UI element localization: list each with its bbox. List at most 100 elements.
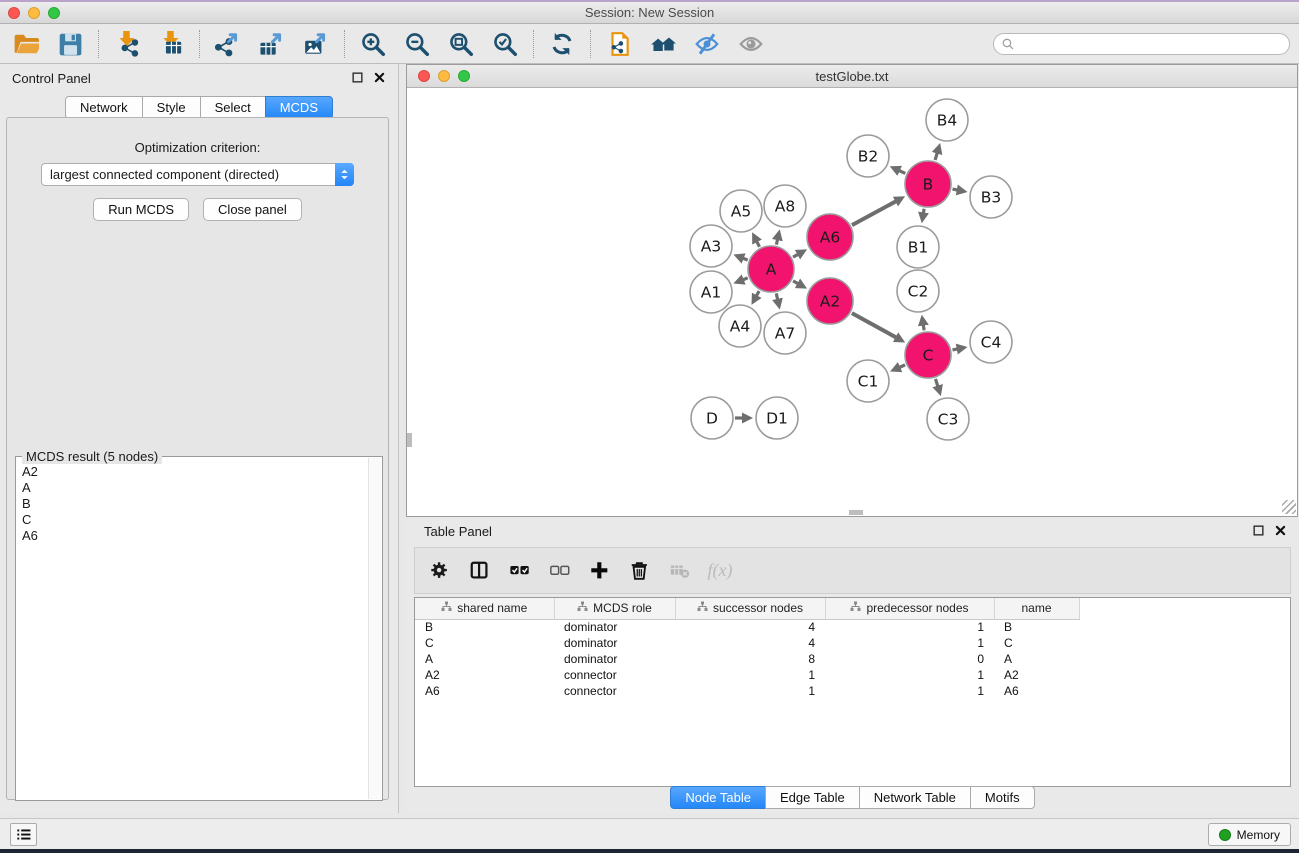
export-network-icon[interactable] bbox=[210, 28, 246, 60]
table-cell[interactable]: A bbox=[994, 651, 1079, 667]
table-cell[interactable]: connector bbox=[554, 667, 675, 683]
table-row[interactable]: Cdominator41C bbox=[415, 635, 1290, 651]
graph-edge[interactable] bbox=[756, 240, 759, 247]
table-cell[interactable]: 4 bbox=[675, 619, 825, 635]
column-header-successor-nodes[interactable]: successor nodes bbox=[675, 598, 825, 619]
table-cell[interactable]: dominator bbox=[554, 619, 675, 635]
table-row[interactable]: A6connector11A6 bbox=[415, 683, 1290, 699]
table-cell[interactable]: A2 bbox=[994, 667, 1079, 683]
zoom-in-icon[interactable] bbox=[355, 28, 391, 60]
graph-edge[interactable] bbox=[756, 291, 759, 297]
result-scrollbar[interactable] bbox=[368, 458, 381, 799]
graph-edge[interactable] bbox=[793, 281, 799, 284]
result-list-item[interactable]: A bbox=[22, 480, 362, 496]
new-network-from-selection-icon[interactable] bbox=[601, 28, 637, 60]
table-cell[interactable]: B bbox=[415, 619, 554, 635]
table-cell[interactable]: A6 bbox=[415, 683, 554, 699]
delete-table-icon[interactable] bbox=[665, 556, 695, 586]
zoom-selected-region-icon[interactable] bbox=[487, 28, 523, 60]
graph-edge[interactable] bbox=[935, 152, 938, 160]
tab-style[interactable]: Style bbox=[142, 96, 201, 119]
float-table-panel-icon[interactable] bbox=[1252, 524, 1265, 537]
import-network-from-file-icon[interactable] bbox=[109, 28, 145, 60]
tab-mcds[interactable]: MCDS bbox=[265, 96, 333, 119]
table-cell[interactable]: 1 bbox=[825, 683, 994, 699]
table-row[interactable]: A2connector11A2 bbox=[415, 667, 1290, 683]
first-neighbors-icon[interactable] bbox=[645, 28, 681, 60]
function-builder-icon[interactable]: f(x) bbox=[705, 556, 735, 586]
tab-node-table[interactable]: Node Table bbox=[670, 786, 766, 809]
search-field[interactable] bbox=[993, 33, 1290, 55]
zoom-out-icon[interactable] bbox=[399, 28, 435, 60]
graph-edge[interactable] bbox=[742, 258, 748, 260]
graph-edge[interactable] bbox=[936, 379, 939, 388]
graph-edge[interactable] bbox=[898, 365, 905, 368]
deselect-all-icon[interactable] bbox=[545, 556, 575, 586]
resize-grip[interactable] bbox=[1282, 500, 1296, 514]
table-cell[interactable]: 1 bbox=[675, 683, 825, 699]
table-cell[interactable]: 1 bbox=[825, 619, 994, 635]
vertical-scrollbar-thumb[interactable] bbox=[407, 433, 412, 447]
tab-network[interactable]: Network bbox=[65, 96, 143, 119]
float-panel-icon[interactable] bbox=[351, 71, 364, 84]
table-cell[interactable]: A6 bbox=[994, 683, 1079, 699]
tab-network-table[interactable]: Network Table bbox=[859, 786, 971, 809]
close-panel-button[interactable]: Close panel bbox=[203, 198, 302, 221]
select-all-icon[interactable] bbox=[505, 556, 535, 586]
table-cell[interactable]: A bbox=[415, 651, 554, 667]
graph-edge[interactable] bbox=[776, 238, 777, 244]
open-session-icon[interactable] bbox=[8, 28, 44, 60]
table-cell[interactable]: 8 bbox=[675, 651, 825, 667]
search-input[interactable] bbox=[1019, 37, 1289, 51]
graph-edge[interactable] bbox=[793, 254, 799, 257]
graph-edge[interactable] bbox=[923, 324, 924, 331]
toggle-graphics-details-icon[interactable] bbox=[733, 28, 769, 60]
show-panels-button[interactable] bbox=[10, 823, 37, 846]
zoom-fit-content-icon[interactable] bbox=[443, 28, 479, 60]
close-table-panel-icon[interactable] bbox=[1274, 524, 1287, 537]
dropdown-stepper-icon[interactable] bbox=[335, 163, 354, 186]
graph-edge[interactable] bbox=[852, 201, 897, 226]
table-mode-icon[interactable] bbox=[425, 556, 455, 586]
graph-edge[interactable] bbox=[898, 170, 905, 173]
close-panel-icon[interactable] bbox=[373, 71, 386, 84]
table-cell[interactable]: dominator bbox=[554, 651, 675, 667]
show-hide-graphics-details-icon[interactable] bbox=[689, 28, 725, 60]
column-header-name[interactable]: name bbox=[994, 598, 1079, 619]
table-row[interactable]: Adominator80A bbox=[415, 651, 1290, 667]
export-image-icon[interactable] bbox=[298, 28, 334, 60]
network-canvas[interactable]: AA5A8A3A1A4A7A6A2BB2B4B3B1C2CC1C4C3DD1 bbox=[407, 88, 1297, 515]
graph-edge[interactable] bbox=[953, 349, 959, 350]
tab-edge-table[interactable]: Edge Table bbox=[765, 786, 860, 809]
table-cell[interactable]: C bbox=[994, 635, 1079, 651]
tab-motifs[interactable]: Motifs bbox=[970, 786, 1035, 809]
result-list-item[interactable]: B bbox=[22, 496, 362, 512]
network-window-titlebar[interactable]: testGlobe.txt bbox=[407, 65, 1297, 88]
table-cell[interactable]: B bbox=[994, 619, 1079, 635]
run-mcds-button[interactable]: Run MCDS bbox=[93, 198, 189, 221]
table-cell[interactable]: A2 bbox=[415, 667, 554, 683]
memory-button[interactable]: Memory bbox=[1208, 823, 1291, 846]
import-table-from-file-icon[interactable] bbox=[153, 28, 189, 60]
column-header-predecessor-nodes[interactable]: predecessor nodes bbox=[825, 598, 994, 619]
add-column-icon[interactable] bbox=[585, 556, 615, 586]
table-cell[interactable]: 1 bbox=[675, 667, 825, 683]
table-cell[interactable]: 0 bbox=[825, 651, 994, 667]
mcds-result-list[interactable]: A2ABCA6 bbox=[17, 458, 367, 799]
optimization-criterion-dropdown[interactable]: largest connected component (directed) bbox=[41, 163, 354, 186]
table-cell[interactable]: C bbox=[415, 635, 554, 651]
result-list-item[interactable]: A6 bbox=[22, 528, 362, 544]
delete-columns-icon[interactable] bbox=[625, 556, 655, 586]
show-hide-columns-icon[interactable] bbox=[465, 556, 495, 586]
save-session-icon[interactable] bbox=[52, 28, 88, 60]
graph-edge[interactable] bbox=[923, 209, 924, 215]
result-list-item[interactable]: A2 bbox=[22, 464, 362, 480]
column-header-shared-name[interactable]: shared name bbox=[415, 598, 554, 619]
table-cell[interactable]: connector bbox=[554, 683, 675, 699]
node-table[interactable]: shared nameMCDS rolesuccessor nodesprede… bbox=[414, 597, 1291, 787]
apply-preferred-layout-icon[interactable] bbox=[544, 28, 580, 60]
horizontal-scrollbar-thumb[interactable] bbox=[849, 510, 863, 515]
table-cell[interactable]: 1 bbox=[825, 635, 994, 651]
table-row[interactable]: Bdominator41B bbox=[415, 619, 1290, 635]
graph-edge[interactable] bbox=[953, 189, 959, 190]
